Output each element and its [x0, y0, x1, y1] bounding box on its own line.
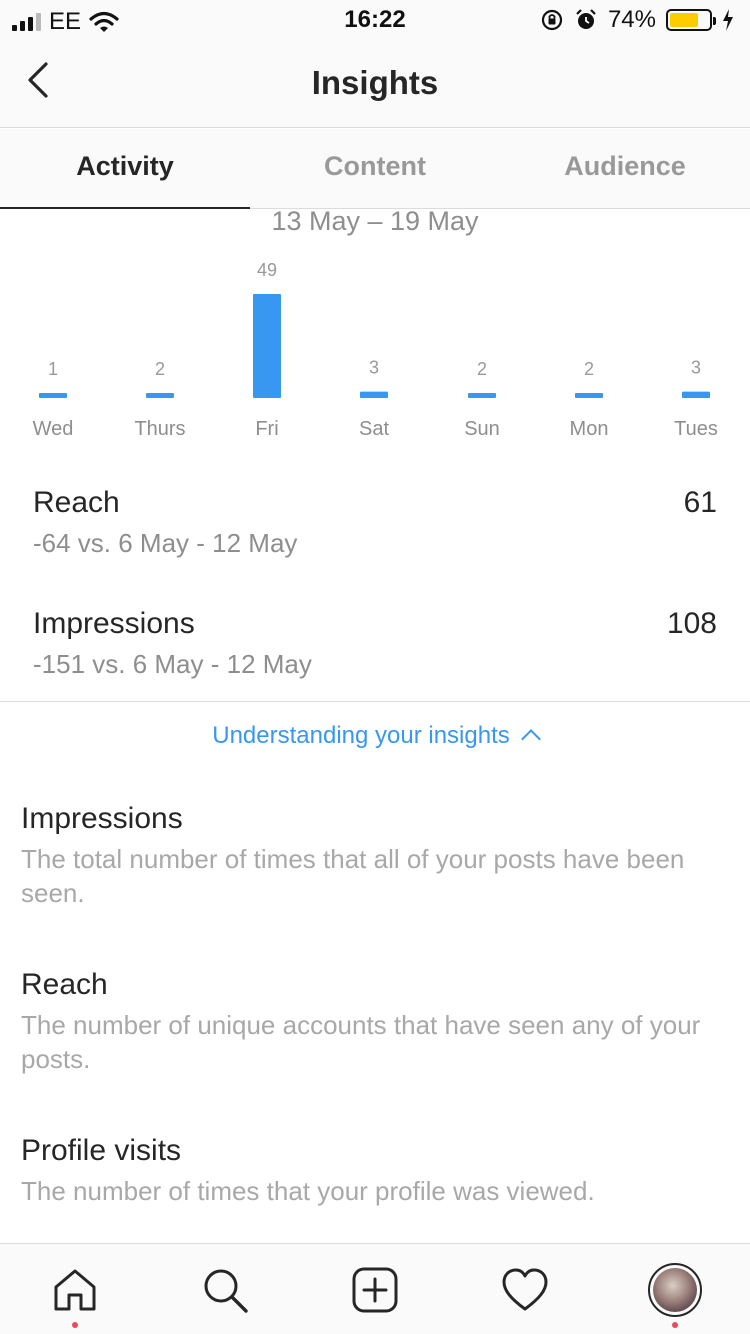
chart-bar[interactable]: [682, 391, 710, 398]
chart-bar[interactable]: [575, 393, 603, 398]
avatar-image: [653, 1268, 697, 1312]
section-divider: [0, 701, 750, 702]
battery-percent: 74%: [607, 6, 656, 33]
definition-title: Impressions: [21, 802, 183, 835]
chart-day-label: Tues: [674, 418, 718, 440]
chart-value-label: 3: [691, 358, 701, 378]
impressions-label: Impressions: [33, 607, 195, 640]
chart-day-label: Fri: [255, 418, 278, 440]
status-right: 74%: [540, 6, 734, 34]
chart-day-label: Wed: [33, 418, 74, 440]
tab-audience[interactable]: Audience: [500, 129, 750, 208]
chart-value-label: 2: [584, 359, 594, 379]
profile-avatar: [648, 1263, 702, 1317]
chart-day-label: Sun: [464, 418, 500, 440]
search-tab[interactable]: [197, 1262, 253, 1318]
activity-bar-chart: 1 Wed 2 Thurs 49 Fri 3 Sat 2 Sun 2 Mon 3 Tues: [33, 260, 718, 440]
definition-profile-visits: Profile visits The number of times that …: [21, 1134, 721, 1208]
chart-bar[interactable]: [468, 393, 496, 398]
tab-content[interactable]: Content: [250, 129, 500, 208]
definition-impressions: Impressions The total number of times th…: [21, 802, 721, 910]
chevron-up-icon: [520, 729, 541, 749]
activity-tab[interactable]: [497, 1262, 553, 1318]
orientation-lock-icon: [541, 9, 563, 31]
notification-dot: [72, 1322, 78, 1328]
notification-dot: [672, 1322, 678, 1328]
chart-bar[interactable]: [360, 391, 388, 398]
chart-day-label: Mon: [570, 418, 609, 440]
battery-icon: [666, 9, 716, 31]
definition-title: Reach: [21, 968, 108, 1001]
chart-day-label: Thurs: [134, 418, 185, 440]
definition-title: Profile visits: [21, 1134, 182, 1167]
definition-description: The number of times that your profile wa…: [21, 1176, 595, 1206]
impressions-value: 108: [666, 607, 717, 640]
chart-bar[interactable]: [146, 393, 174, 398]
chart-day-label: Sat: [359, 418, 389, 440]
charging-bolt-icon: [723, 9, 733, 31]
definition-reach: Reach The number of unique accounts that…: [21, 968, 721, 1076]
search-icon: [204, 1269, 248, 1313]
definition-description: The total number of times that all of yo…: [21, 844, 685, 908]
reach-comparison: -64 vs. 6 May - 12 May: [33, 528, 298, 558]
impressions-stat[interactable]: Impressions 108 -151 vs. 6 May - 12 May: [33, 607, 717, 680]
definition-description: The number of unique accounts that have …: [21, 1010, 701, 1074]
insights-tabs: Activity Content Audience: [0, 129, 750, 209]
profile-tab[interactable]: [647, 1262, 703, 1328]
reach-label: Reach: [33, 486, 120, 519]
chart-bar[interactable]: [253, 294, 281, 398]
nav-header: Insights: [0, 40, 750, 128]
impressions-comparison: -151 vs. 6 May - 12 May: [33, 649, 312, 679]
alarm-icon: [576, 9, 596, 29]
status-bar: EE 16:22 74%: [0, 0, 750, 40]
date-range: 13 May – 19 May: [271, 206, 479, 236]
chart-value-label: 3: [369, 358, 379, 378]
chart-value-label: 49: [257, 260, 277, 280]
home-tab[interactable]: [47, 1262, 103, 1328]
understanding-insights-label: Understanding your insights: [212, 722, 510, 749]
chart-value-label: 2: [155, 359, 165, 379]
reach-value: 61: [683, 486, 717, 519]
chart-value-label: 1: [48, 359, 58, 379]
activity-heart-icon: [502, 1268, 548, 1311]
page-title: Insights: [311, 64, 439, 101]
tab-activity[interactable]: Activity: [0, 129, 250, 209]
new-post-tab[interactable]: [347, 1262, 403, 1318]
understanding-insights-toggle[interactable]: Understanding your insights: [0, 722, 750, 750]
chart-bar[interactable]: [39, 393, 67, 398]
battery-fill: [670, 13, 699, 27]
chart-value-label: 2: [477, 359, 487, 379]
bottom-tab-bar: [0, 1243, 750, 1334]
home-icon: [54, 1269, 96, 1311]
new-post-icon: [352, 1267, 398, 1313]
reach-stat[interactable]: Reach 61 -64 vs. 6 May - 12 May: [33, 486, 717, 559]
